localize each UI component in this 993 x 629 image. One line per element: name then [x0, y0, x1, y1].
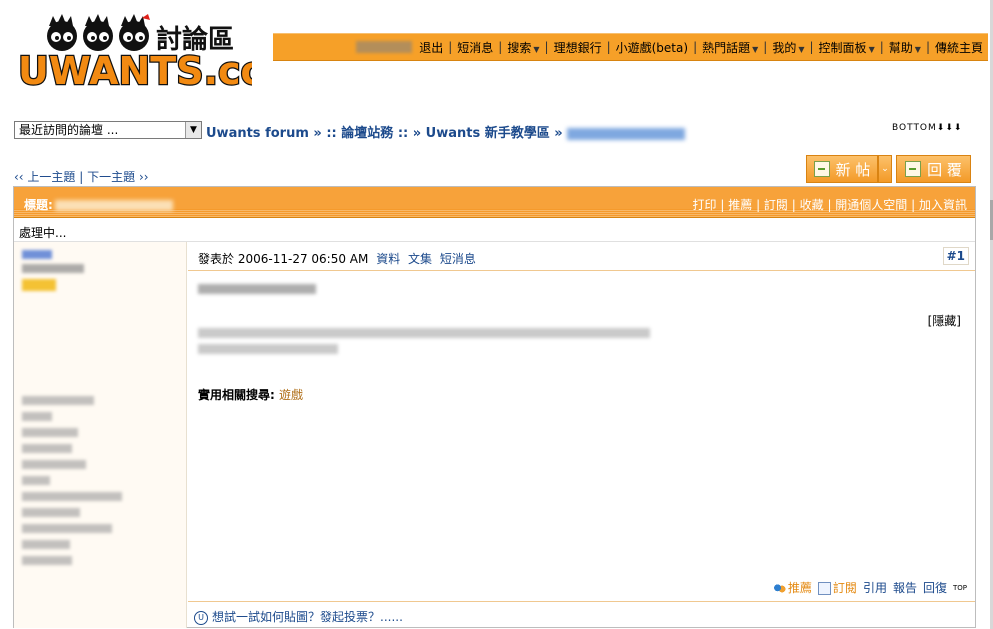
post-datetime: 2006-11-27 06:50 AM: [237, 252, 369, 266]
top-nav-bar: 退出 | 短消息 | 搜索 ▼ | 理想銀行 | 小遊戲(beta) | 熱門話題 ▼ | 我的…: [273, 33, 988, 61]
processing-text: 處理中...: [19, 226, 67, 240]
reply-icon: [905, 161, 922, 177]
tool-recommend[interactable]: 推薦: [728, 198, 752, 212]
forum-page: 討論區 UWANTS.com 退出| 短消息| 搜索▼| 理想銀行| 小遊戲(b…: [0, 0, 993, 629]
arrows-down-icon: ⬇⬇⬇: [936, 123, 963, 133]
report-action[interactable]: 報告: [893, 579, 917, 596]
chevron-down-icon: ▼: [868, 44, 875, 54]
recommend-action[interactable]: 推薦: [772, 579, 812, 596]
author-blog-link[interactable]: 文集: [408, 252, 432, 266]
tool-favorite[interactable]: 收藏: [800, 198, 824, 212]
nav-control-panel[interactable]: 控制面板 ▼: [814, 39, 880, 56]
nav-messages[interactable]: 短消息: [452, 39, 498, 56]
chevron-down-icon: ▼: [914, 44, 921, 54]
username-blurred[interactable]: [356, 41, 413, 53]
uwants-logo[interactable]: 討論區 UWANTS.com: [16, 12, 307, 94]
post-body-blurred: [198, 344, 338, 354]
next-topic-link[interactable]: 下一主題 ››: [87, 170, 148, 184]
nav-classic-home[interactable]: 傳統主頁: [930, 39, 988, 56]
recent-forums-select[interactable]: 最近訪問的論壇 ... ▼: [14, 121, 202, 139]
post-title: 標題:: [24, 196, 173, 213]
tool-open-space[interactable]: 開通個人空間: [835, 198, 907, 212]
breadcrumb-root[interactable]: Uwants forum: [206, 126, 309, 141]
post-tools: 打印 | 推薦 | 訂閱 | 收藏 | 開通個人空間 | 加入資訊: [692, 198, 967, 212]
author-name-blurred[interactable]: [22, 250, 52, 259]
author-profile-link[interactable]: 資料: [376, 252, 400, 266]
quote-action[interactable]: 引用: [863, 579, 887, 596]
author-column: [14, 242, 187, 628]
subscribe-icon: [817, 582, 831, 595]
post-actions: 推薦 訂閱 引用 報告 回復 TOP: [772, 579, 967, 596]
tool-subscribe[interactable]: 訂閱: [764, 198, 788, 212]
tool-print[interactable]: 打印: [693, 198, 717, 212]
nav-help[interactable]: 幫助 ▼: [884, 39, 926, 56]
author-title-blurred: [22, 264, 84, 273]
topic-nav: ‹‹ 上一主題 | 下一主題 ››: [14, 170, 149, 184]
reply-action[interactable]: 回復: [923, 579, 947, 596]
post-number[interactable]: #1: [942, 247, 969, 265]
footer-tip[interactable]: U 想試一試如何貼圖？發起投票？......: [194, 608, 403, 625]
post-header: 標題: 打印 | 推薦 | 訂閱 | 收藏 | 開通個人空間 | 加入資訊: [14, 187, 975, 218]
logo-text: UWANTS.com: [18, 49, 252, 92]
nav-search[interactable]: 搜索 ▼: [502, 39, 544, 56]
chevron-down-icon: ▼: [798, 44, 805, 54]
author-stats-blurred: [22, 396, 122, 572]
related-search-link[interactable]: 遊戲: [279, 388, 303, 402]
chevron-down-icon: ⌄: [881, 164, 889, 174]
breadcrumb-section[interactable]: 論壇站務: [341, 126, 393, 141]
bottom-link[interactable]: BOTTOM⬇⬇⬇: [892, 123, 962, 133]
new-topic-dropdown[interactable]: ⌄: [878, 155, 892, 183]
chevron-down-icon: ▼: [752, 44, 759, 54]
nav-hot-topics[interactable]: 熱門話題 ▼: [697, 39, 763, 56]
chevron-down-icon[interactable]: ▼: [185, 122, 201, 138]
chevron-down-icon: ▼: [533, 44, 540, 54]
post-subject-blurred: [198, 284, 316, 294]
author-message-link[interactable]: 短消息: [440, 252, 476, 266]
users-icon: [772, 582, 786, 595]
tool-add-info[interactable]: 加入資訊: [919, 198, 967, 212]
recent-forums-value: 最近訪問的論壇 ...: [19, 123, 119, 137]
info-icon: U: [194, 610, 208, 625]
nav-logout[interactable]: 退出: [414, 39, 448, 56]
new-topic-button[interactable]: 新 帖: [806, 155, 878, 183]
nav-mine[interactable]: 我的 ▼: [767, 39, 809, 56]
author-rank-icon: [22, 279, 56, 291]
hide-tag: [隱藏]: [927, 314, 961, 328]
post-body-blurred: [198, 328, 650, 338]
subscribe-action[interactable]: 訂閱: [817, 579, 857, 596]
prev-topic-link[interactable]: ‹‹ 上一主題: [14, 170, 75, 184]
breadcrumb-topic-blurred[interactable]: [567, 127, 686, 140]
new-post-icon: [813, 161, 830, 177]
related-search: 實用相關搜尋: 遊戲: [198, 388, 304, 402]
top-icon[interactable]: TOP: [953, 584, 967, 592]
post-table: 標題: 打印 | 推薦 | 訂閱 | 收藏 | 開通個人空間 | 加入資訊 處理…: [13, 186, 976, 628]
post-content: 發表於 2006-11-27 06:50 AM 資料 文集 短消息 #1 [隱藏…: [188, 242, 975, 628]
breadcrumb: Uwants forum » :: 論壇站務 :: » Uwants 新手教學區…: [206, 122, 686, 141]
breadcrumb-forum[interactable]: Uwants 新手教學區: [426, 126, 550, 141]
reply-button[interactable]: 回 覆: [896, 155, 971, 183]
nav-games[interactable]: 小遊戲(beta): [611, 39, 693, 56]
post-meta: 發表於 2006-11-27 06:50 AM 資料 文集 短消息: [198, 252, 476, 266]
nav-bank[interactable]: 理想銀行: [549, 39, 607, 56]
post-title-blurred: [54, 200, 173, 211]
